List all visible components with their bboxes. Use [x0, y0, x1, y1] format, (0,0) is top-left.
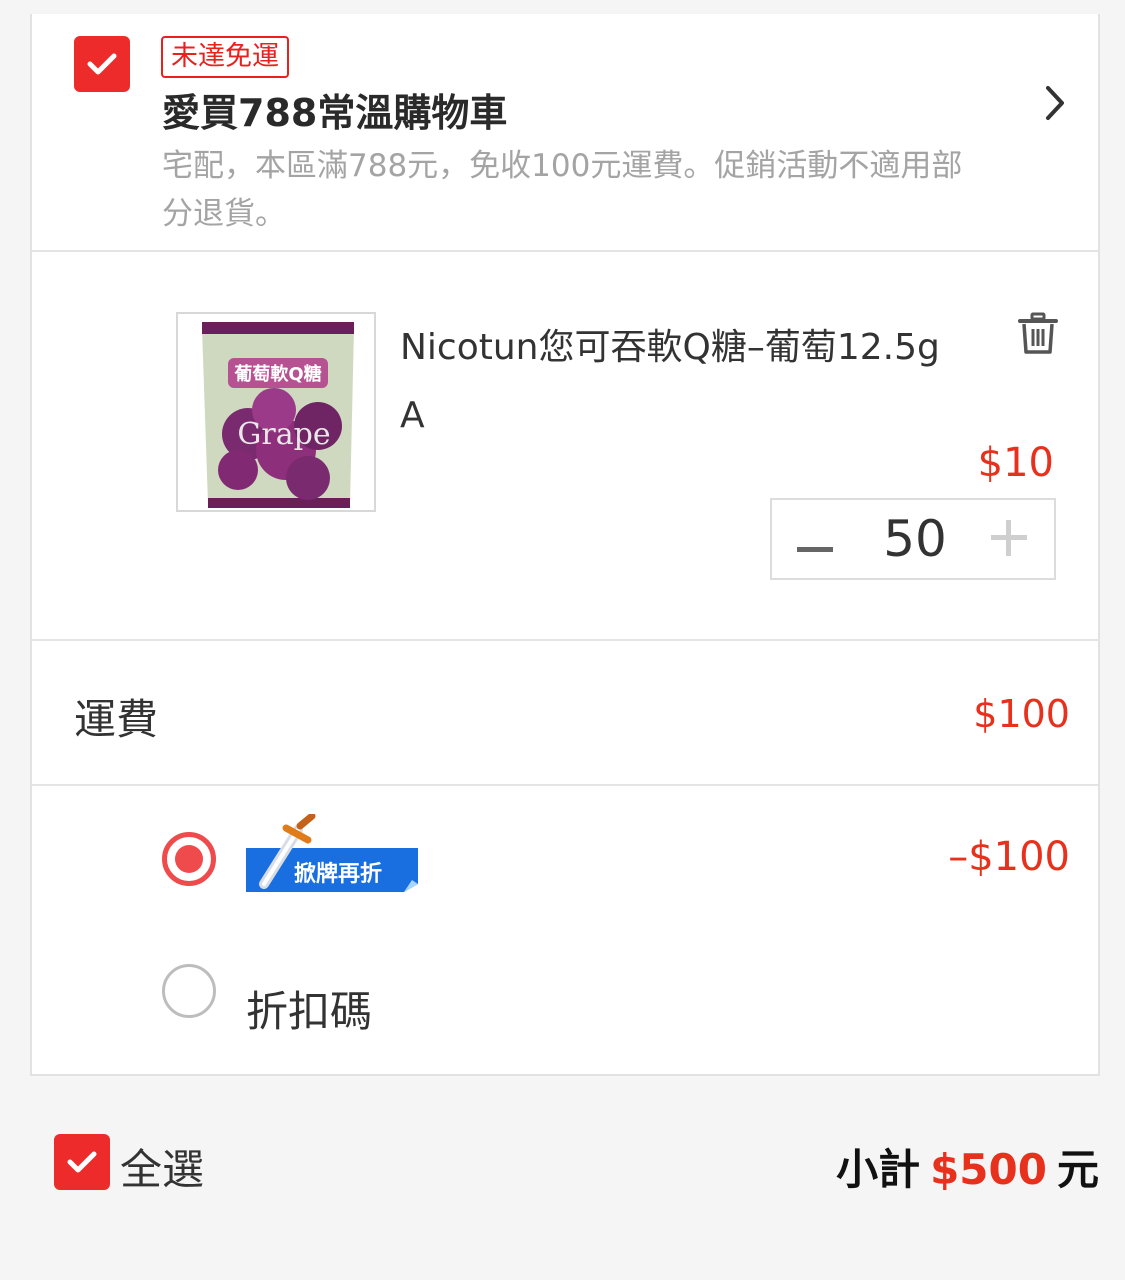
promo-badge[interactable]: 掀牌再折 — [242, 812, 424, 898]
free-shipping-tag: 未達免運 — [161, 36, 289, 78]
minus-button[interactable] — [772, 500, 862, 578]
quantity-stepper: 50 — [770, 498, 1056, 580]
svg-text:Grape: Grape — [237, 417, 330, 452]
select-all-label[interactable]: 全選 — [120, 1136, 204, 1197]
promo-badge-text: 掀牌再折 — [294, 862, 383, 887]
subtotal-unit: 元 — [1056, 1145, 1099, 1194]
store-checkbox[interactable] — [74, 36, 130, 92]
cart-card: 未達免運 愛買788常溫購物車 宅配，本區滿788元，免收100元運費。促銷活動… — [30, 14, 1100, 1076]
plus-button[interactable] — [964, 500, 1054, 578]
divider — [32, 250, 1098, 252]
product-image[interactable]: 葡萄軟Q糖 Grape — [176, 312, 376, 512]
discount-amount: –$100 — [948, 834, 1070, 880]
check-icon — [87, 53, 117, 75]
promo-radio[interactable] — [162, 832, 216, 886]
chevron-right-icon[interactable] — [1040, 82, 1070, 124]
product-title: Nicotun您可吞軟Q糖–葡萄12.5g — [400, 327, 940, 368]
check-icon — [67, 1151, 97, 1173]
svg-text:葡萄軟Q糖: 葡萄軟Q糖 — [233, 363, 321, 385]
minus-icon — [797, 547, 833, 552]
store-title[interactable]: 愛買788常溫購物車 — [162, 82, 507, 137]
product-price: $10 — [977, 440, 1054, 486]
plus-icon — [991, 520, 1027, 556]
divider — [32, 784, 1098, 786]
quantity-value[interactable]: 50 — [862, 500, 968, 578]
shipping-fee: $100 — [973, 692, 1070, 736]
coupon-code-radio[interactable] — [162, 964, 216, 1018]
product-variant: A — [400, 395, 425, 436]
trash-icon[interactable] — [1018, 312, 1058, 356]
shipping-label: 運費 — [74, 695, 159, 744]
product-name[interactable]: Nicotun您可吞軟Q糖–葡萄12.5g A — [400, 314, 970, 450]
subtotal-amount: $500 — [930, 1145, 1047, 1194]
coupon-code-label[interactable]: 折扣碼 — [246, 978, 372, 1039]
subtotal-label: 小計 — [836, 1145, 921, 1194]
select-all-checkbox[interactable] — [54, 1134, 110, 1190]
subtotal: 小計 $500 元 — [836, 1136, 1099, 1197]
divider — [32, 639, 1098, 641]
store-description: 宅配，本區滿788元，免收100元運費。促銷活動不適用部分退貨。 — [162, 148, 963, 232]
